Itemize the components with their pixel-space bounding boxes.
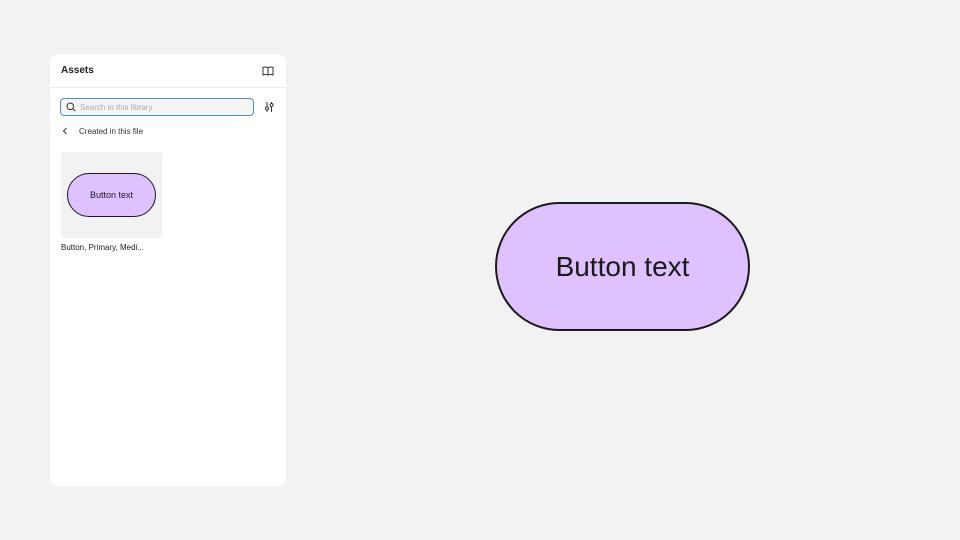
asset-name: Button, Primary, Medi... [61, 243, 144, 252]
asset-thumbnail[interactable]: Button text [61, 152, 162, 238]
book-open-icon [262, 66, 274, 76]
assets-panel: Assets Search in this library Created in… [50, 54, 286, 486]
search-input[interactable] [77, 102, 240, 112]
filter-button[interactable] [262, 100, 276, 114]
chevron-left-icon [62, 127, 67, 135]
open-library-button[interactable] [261, 64, 275, 78]
design-canvas[interactable]: Assets Search in this library Created in… [0, 0, 960, 540]
asset-item[interactable]: Button text Button, Primary, Medi... [61, 152, 162, 252]
assets-panel-header: Assets [50, 54, 286, 88]
breadcrumb: Created in this file [50, 122, 286, 140]
sliders-icon [265, 102, 274, 112]
panel-title: Assets [61, 65, 94, 76]
search-icon [65, 101, 77, 113]
canvas-button-component[interactable]: Button text [495, 202, 750, 331]
back-button[interactable] [60, 126, 70, 136]
asset-preview-button: Button text [67, 173, 156, 217]
breadcrumb-label: Created in this file [79, 126, 144, 136]
search-row [50, 97, 286, 117]
search-field[interactable] [60, 98, 254, 116]
